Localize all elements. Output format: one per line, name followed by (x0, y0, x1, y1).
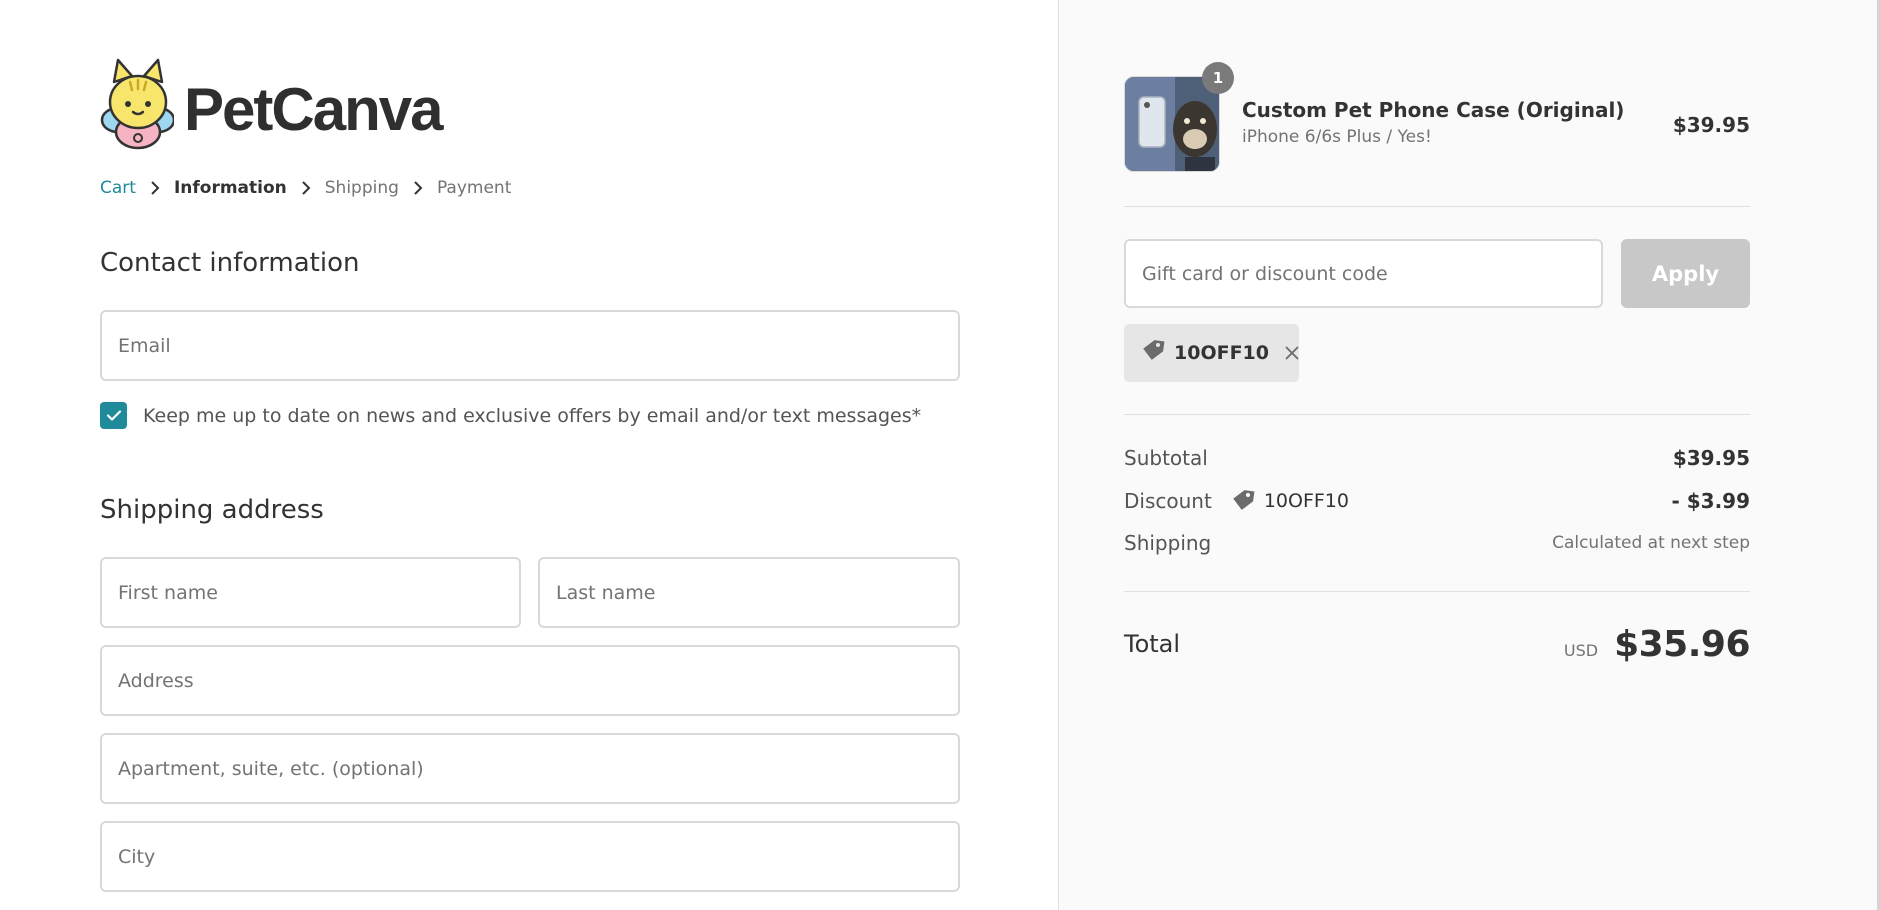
total-amount-group: USD $35.96 (1563, 623, 1751, 665)
breadcrumb-cart-link[interactable]: Cart (100, 178, 136, 198)
breadcrumb: Cart Information Shipping Payment (100, 178, 511, 198)
product-thumbnail (1124, 76, 1220, 172)
consent-label: Keep me up to date on news and exclusive… (143, 404, 922, 427)
checkmark-icon (106, 410, 121, 421)
city-field[interactable] (100, 821, 960, 892)
logo[interactable]: PetCanva (100, 58, 443, 156)
shipping-row: Shipping Calculated at next step (1124, 531, 1750, 555)
order-item: 1 Custom Pet Phone Case (Original) iPhon… (1124, 62, 1750, 172)
shipping-address-heading: Shipping address (100, 495, 324, 525)
discount-label-group: Discount 10OFF10 (1124, 488, 1349, 514)
chevron-right-icon (301, 180, 311, 196)
last-name-field[interactable] (538, 557, 960, 628)
chevron-right-icon (150, 180, 160, 196)
apartment-field[interactable] (100, 733, 960, 804)
product-variant: iPhone 6/6s Plus / Yes! (1242, 127, 1432, 147)
currency-code: USD (1563, 640, 1599, 660)
last-name-input[interactable] (556, 559, 958, 626)
tag-icon (1230, 488, 1256, 514)
shipping-value: Calculated at next step (1552, 533, 1750, 553)
total-row: Total USD $35.96 (1124, 620, 1750, 668)
quantity-badge: 1 (1202, 62, 1234, 94)
discount-label: Discount (1124, 489, 1212, 513)
apartment-input[interactable] (118, 735, 958, 802)
marketing-consent[interactable]: Keep me up to date on news and exclusive… (100, 402, 921, 429)
apply-discount-button[interactable]: Apply (1621, 239, 1750, 308)
divider (1124, 414, 1750, 415)
discount-code-field[interactable] (1124, 239, 1603, 308)
first-name-field[interactable] (100, 557, 521, 628)
breadcrumb-payment: Payment (436, 178, 512, 198)
subtotal-row: Subtotal $39.95 (1124, 446, 1750, 470)
breadcrumb-information: Information (173, 178, 287, 198)
city-input[interactable] (118, 823, 958, 890)
divider (1124, 206, 1750, 207)
product-price: $39.95 (1672, 113, 1750, 137)
brand-name: PetCanva (184, 75, 443, 143)
cat-mascot-icon (100, 58, 176, 156)
tag-icon (1140, 338, 1166, 368)
consent-checkbox[interactable] (100, 402, 127, 429)
shipping-label: Shipping (1124, 531, 1212, 555)
discount-value: - $3.99 (1671, 489, 1750, 513)
subtotal-value: $39.95 (1672, 446, 1750, 470)
total-value: $35.96 (1614, 623, 1750, 665)
discount-code: 10OFF10 (1263, 490, 1349, 512)
subtotal-label: Subtotal (1124, 446, 1208, 470)
total-label: Total (1124, 630, 1181, 658)
email-field[interactable] (100, 310, 960, 381)
contact-information-heading: Contact information (100, 248, 360, 278)
checkout-main: PetCanva Cart Information Shipping Payme… (0, 0, 1058, 910)
discount-code-input[interactable] (1142, 241, 1601, 306)
email-input[interactable] (118, 312, 958, 379)
address-field[interactable] (100, 645, 960, 716)
applied-discount-code: 10OFF10 (1174, 342, 1269, 364)
close-icon[interactable] (1285, 345, 1299, 361)
first-name-input[interactable] (118, 559, 519, 626)
applied-discount-tag: 10OFF10 (1124, 324, 1299, 382)
discount-row: Discount 10OFF10 - $3.99 (1124, 488, 1750, 514)
product-name: Custom Pet Phone Case (Original) (1242, 98, 1625, 122)
chevron-right-icon (413, 180, 423, 196)
breadcrumb-shipping: Shipping (324, 178, 399, 198)
divider (1124, 591, 1750, 592)
address-input[interactable] (118, 647, 958, 714)
